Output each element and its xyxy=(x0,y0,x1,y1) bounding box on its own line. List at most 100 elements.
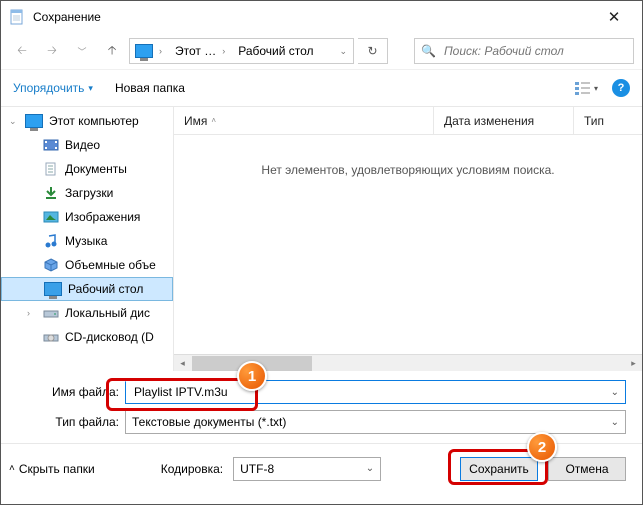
tree-item-pictures[interactable]: Изображения xyxy=(1,205,173,229)
toolbar: Упорядочить ▾ Новая папка ▾ ? xyxy=(1,69,642,107)
cancel-label: Отмена xyxy=(565,462,608,476)
downloads-icon xyxy=(43,185,59,201)
scroll-thumb[interactable] xyxy=(192,356,312,371)
back-button[interactable]: 🡠 xyxy=(9,38,35,64)
cd-icon xyxy=(43,329,59,345)
title-bar: Сохранение ✕ xyxy=(1,1,642,33)
tree-item-cddrive[interactable]: CD-дисковод (D xyxy=(1,325,173,349)
nav-row: 🡠 🡢 ﹀ 🡡 › Этот …› Рабочий стол ⌄ ↻ 🔍 xyxy=(1,33,642,69)
pc-icon xyxy=(25,114,43,128)
chevron-down-icon[interactable]: ⌄ xyxy=(611,417,619,428)
pictures-icon xyxy=(43,209,59,225)
filename-label: Имя файла: xyxy=(41,385,119,399)
save-label: Сохранить xyxy=(469,462,529,476)
save-fields: Имя файла: ⌄ Тип файла: Текстовые докуме… xyxy=(1,371,642,437)
tree-item-label: Музыка xyxy=(65,234,107,248)
music-icon xyxy=(43,233,59,249)
scroll-left-button[interactable]: ◂ xyxy=(174,355,191,372)
tree-item-3d[interactable]: Объемные объе xyxy=(1,253,173,277)
tree-item-localdisk[interactable]: › Локальный дис xyxy=(1,301,173,325)
encoding-label: Кодировка: xyxy=(161,462,223,476)
column-label: Имя xyxy=(184,114,207,128)
video-icon xyxy=(43,137,59,153)
save-button[interactable]: Сохранить xyxy=(460,457,538,481)
tree-this-pc[interactable]: ⌄ Этот компьютер xyxy=(1,109,173,133)
horizontal-scrollbar[interactable]: ◂ ▸ xyxy=(174,354,642,371)
tree-item-label: CD-дисковод (D xyxy=(65,330,154,344)
recent-dropdown[interactable]: ﹀ xyxy=(69,38,95,64)
expand-icon[interactable]: › xyxy=(27,308,37,318)
tree-item-documents[interactable]: Документы xyxy=(1,157,173,181)
chevron-right-icon: › xyxy=(219,46,228,56)
column-label: Дата изменения xyxy=(444,114,534,128)
tree-item-label: Изображения xyxy=(65,210,140,224)
column-type[interactable]: Тип xyxy=(574,107,642,134)
tree-item-video[interactable]: Видео xyxy=(1,133,173,157)
tree-item-label: Локальный дис xyxy=(65,306,150,320)
chevron-up-icon: ˄ xyxy=(9,463,15,474)
chevron-down-icon: ▾ xyxy=(88,83,93,94)
drive-icon xyxy=(43,305,59,321)
hide-folders-label: Скрыть папки xyxy=(19,462,95,476)
scroll-right-button[interactable]: ▸ xyxy=(625,355,642,372)
breadcrumb-seg-1[interactable]: Этот … xyxy=(175,44,216,58)
tree-label: Этот компьютер xyxy=(49,114,139,128)
filename-input[interactable] xyxy=(132,384,611,400)
collapse-icon[interactable]: ⌄ xyxy=(9,116,19,127)
list-body: Нет элементов, удовлетворяющих условиям … xyxy=(174,135,642,371)
filetype-field[interactable]: Текстовые документы (*.txt) ⌄ xyxy=(125,410,626,434)
addr-dropdown[interactable]: ⌄ xyxy=(336,46,353,57)
cube-icon xyxy=(43,257,59,273)
empty-message: Нет элементов, удовлетворяющих условиям … xyxy=(261,163,554,371)
encoding-select[interactable]: UTF-8 ⌄ xyxy=(233,457,381,481)
column-label: Тип xyxy=(584,114,604,128)
address-bar[interactable]: › Этот …› Рабочий стол ⌄ xyxy=(129,38,354,64)
encoding-group: Кодировка: UTF-8 ⌄ xyxy=(161,457,381,481)
window-title: Сохранение xyxy=(33,10,594,24)
up-button[interactable]: 🡡 xyxy=(99,38,125,64)
tree-item-label: Рабочий стол xyxy=(68,282,143,296)
search-box[interactable]: 🔍 xyxy=(414,38,634,64)
chevron-down-icon[interactable]: ⌄ xyxy=(611,387,619,398)
tree-item-label: Документы xyxy=(65,162,127,176)
chevron-right-icon: › xyxy=(156,46,165,56)
new-folder-button[interactable]: Новая папка xyxy=(115,81,185,95)
folder-tree[interactable]: ⌄ Этот компьютер Видео Документы Загрузк… xyxy=(1,107,174,371)
breadcrumb-seg-2[interactable]: Рабочий стол xyxy=(238,44,313,58)
chevron-down-icon[interactable]: ⌄ xyxy=(366,463,374,474)
column-date[interactable]: Дата изменения xyxy=(434,107,574,134)
search-input[interactable] xyxy=(442,43,627,59)
forward-button[interactable]: 🡢 xyxy=(39,38,65,64)
main-area: ⌄ Этот компьютер Видео Документы Загрузк… xyxy=(1,107,642,371)
organize-label: Упорядочить xyxy=(13,81,84,95)
sort-asc-icon: ˄ xyxy=(211,116,216,125)
column-name[interactable]: Имя ˄ xyxy=(174,107,434,134)
list-view-icon xyxy=(575,81,591,95)
tree-item-label: Объемные объе xyxy=(65,258,156,272)
tree-item-label: Видео xyxy=(65,138,100,152)
desktop-icon xyxy=(44,282,62,296)
filetype-value: Текстовые документы (*.txt) xyxy=(132,415,286,429)
pc-icon xyxy=(135,44,153,58)
tree-item-desktop[interactable]: Рабочий стол xyxy=(1,277,173,301)
search-icon: 🔍 xyxy=(421,44,436,58)
view-mode-button[interactable]: ▾ xyxy=(575,81,598,95)
help-button[interactable]: ? xyxy=(612,79,630,97)
cancel-button[interactable]: Отмена xyxy=(548,457,626,481)
documents-icon xyxy=(43,161,59,177)
chevron-down-icon: ▾ xyxy=(594,84,598,93)
notepad-icon xyxy=(9,9,25,25)
tree-item-downloads[interactable]: Загрузки xyxy=(1,181,173,205)
tree-item-label: Загрузки xyxy=(65,186,113,200)
list-header: Имя ˄ Дата изменения Тип xyxy=(174,107,642,135)
organize-menu[interactable]: Упорядочить ▾ xyxy=(13,81,93,95)
bottom-bar: ˄ Скрыть папки Кодировка: UTF-8 ⌄ Сохран… xyxy=(1,443,642,493)
close-button[interactable]: ✕ xyxy=(594,8,634,26)
file-list: Имя ˄ Дата изменения Тип Нет элементов, … xyxy=(174,107,642,371)
hide-folders-button[interactable]: ˄ Скрыть папки xyxy=(9,462,95,476)
refresh-button[interactable]: ↻ xyxy=(358,38,388,64)
filename-field[interactable]: ⌄ xyxy=(125,380,626,404)
filetype-label: Тип файла: xyxy=(41,415,119,429)
encoding-value: UTF-8 xyxy=(240,462,274,476)
tree-item-music[interactable]: Музыка xyxy=(1,229,173,253)
